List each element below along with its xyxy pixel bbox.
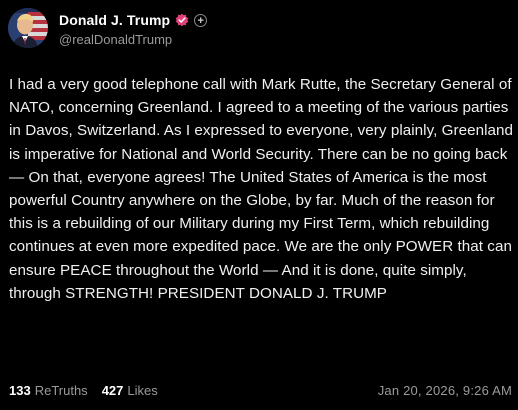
user-handle[interactable]: @realDonaldTrump [59,32,207,47]
post-stats: 133 ReTruths 427 Likes [9,383,158,398]
retruths-count[interactable]: 133 [9,383,31,398]
name-row: Donald J. Trump + [59,11,208,29]
post-timestamp[interactable]: Jan 20, 2026, 9:26 AM [378,383,512,398]
avatar-image [8,8,48,48]
verified-badge-icon [175,13,189,27]
plus-icon[interactable]: + [194,13,208,27]
avatar[interactable] [8,8,48,48]
user-info: Donald J. Trump + @realDonaldTrump [59,11,208,47]
likes-count[interactable]: 427 [102,383,124,398]
retruths-label[interactable]: ReTruths [35,383,88,398]
likes-label[interactable]: Likes [127,383,157,398]
post-body-text: I had a very good telephone call with Ma… [9,76,514,302]
display-name[interactable]: Donald J. Trump [59,12,170,28]
post-header: Donald J. Trump + @realDonaldTrump [8,8,208,48]
